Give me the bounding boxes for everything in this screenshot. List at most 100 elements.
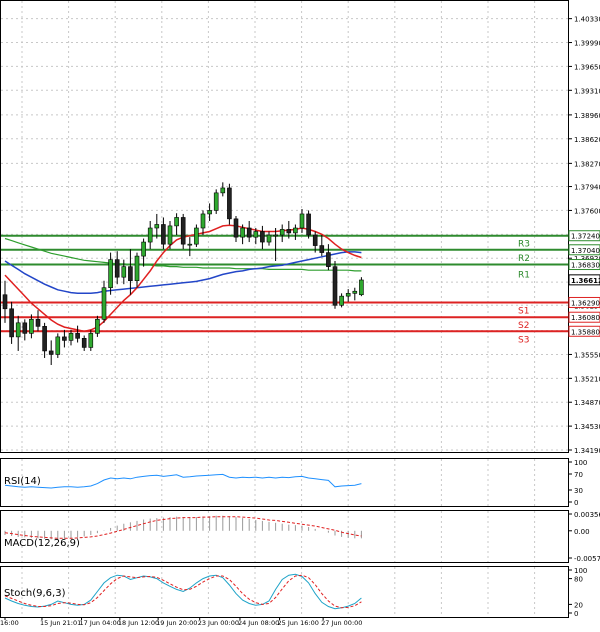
price-tick-label: 1.34530 <box>574 423 600 431</box>
time-tick-label: 24 Jun 08:00 <box>238 619 279 627</box>
chart-root: 1.40330 1.39990 1.39650 1.39310 1.38960 1.386… <box>0 0 600 627</box>
candle-body <box>48 350 54 355</box>
candle-body <box>352 290 358 294</box>
candle-body <box>161 224 166 245</box>
current-price-label: 1.36612 <box>571 277 600 285</box>
price-tick-label: 1.34870 <box>574 399 600 407</box>
candle-body <box>2 294 8 310</box>
time-tick-label: 19 Jun 20:00 <box>156 619 197 627</box>
candle-body <box>29 319 34 334</box>
candle-body <box>22 322 28 334</box>
level-label-R3: R3 <box>518 240 530 250</box>
sub-tick-label: 20 <box>574 601 583 609</box>
time-tick-label: 18 Jun 12:00 <box>118 619 159 627</box>
level-label-R2: R2 <box>518 254 530 264</box>
sub-tick-label: 100 <box>574 567 587 575</box>
chart-background <box>0 0 569 618</box>
candle-body <box>95 319 100 334</box>
level-label-S3: S3 <box>518 335 529 345</box>
candle-body <box>134 255 140 281</box>
candle-body <box>326 252 331 267</box>
candle-body <box>213 192 219 211</box>
time-tick-label: 17 Jun 04:00 <box>80 619 121 627</box>
price-tick-label: 1.35210 <box>574 375 600 383</box>
stoch-label: Stoch(9,6,3) <box>4 588 66 599</box>
sub-tick-label: 0.00 <box>574 528 590 536</box>
price-tick-label: 1.37940 <box>574 184 600 192</box>
price-tick-label: 1.39650 <box>574 63 600 71</box>
candle-body <box>293 227 298 234</box>
candle-body <box>200 213 206 229</box>
sub-tick-label: 0.003568 <box>574 511 600 519</box>
candle-body <box>121 266 127 278</box>
candle-body <box>240 227 245 238</box>
candle-body <box>220 187 226 194</box>
sub-tick-label: 100 <box>574 459 587 467</box>
price-tick-label: 1.37600 <box>574 207 600 215</box>
panel-frame-rsi <box>0 458 569 507</box>
candle-body <box>154 224 160 229</box>
candle-body <box>273 234 278 237</box>
candle-body <box>88 333 94 348</box>
sub-tick-label: 70 <box>574 471 583 479</box>
price-tick-label: 1.38960 <box>574 112 600 120</box>
level-label-S1: S1 <box>518 306 529 316</box>
candle-body <box>147 227 153 243</box>
candle-body <box>114 259 120 278</box>
candle-body <box>319 245 325 253</box>
candle-body <box>42 326 47 352</box>
level-tag-label: 1.36290 <box>571 299 600 307</box>
level-tag-label: 1.36080 <box>571 314 600 322</box>
candle-body <box>339 295 344 306</box>
sub-tick-label: 0 <box>574 610 578 618</box>
time-tick-label: 16:00 <box>0 619 19 627</box>
candle-body <box>260 231 265 243</box>
level-tag-label: 1.37040 <box>571 247 600 255</box>
price-tick-label: 1.40330 <box>574 16 600 24</box>
price-tick-label: 1.39310 <box>574 87 600 95</box>
candle-body <box>207 210 212 215</box>
candle-body <box>81 337 87 348</box>
candle-body <box>141 241 146 257</box>
candle-body <box>62 336 67 341</box>
sub-tick-label: -0.00578 <box>574 555 600 563</box>
sub-tick-label: 0 <box>574 499 578 507</box>
candle-body <box>68 333 74 341</box>
candle-body <box>306 213 311 236</box>
candle-body <box>299 213 305 229</box>
candle-body <box>35 319 41 327</box>
candle-body <box>279 229 285 236</box>
candle-body <box>345 293 351 297</box>
price-tick-label: 1.39990 <box>574 40 600 48</box>
candle-body <box>253 231 259 238</box>
candle-body <box>266 234 272 243</box>
candle-body <box>128 266 133 281</box>
candle-body <box>312 234 318 246</box>
candle-body <box>286 229 292 234</box>
candle-body <box>194 227 199 245</box>
sub-tick-label: 30 <box>574 487 583 495</box>
price-tick-label: 1.38270 <box>574 160 600 168</box>
candle-body <box>187 243 193 246</box>
candle-body <box>15 322 21 338</box>
level-tag-label: 1.35880 <box>571 328 600 336</box>
candle-body <box>108 259 113 289</box>
candle-body <box>246 227 252 238</box>
candle-body <box>55 336 61 355</box>
candle-body <box>9 308 14 338</box>
price-tick-label: 1.38620 <box>574 136 600 144</box>
time-tick-label: 25 Jun 16:00 <box>278 619 319 627</box>
rsi-label: RSI(14) <box>4 476 41 487</box>
price-tick-label: 1.35550 <box>574 351 600 359</box>
panel-frame-macd <box>0 510 569 563</box>
candle-body <box>359 279 364 296</box>
level-label-S2: S2 <box>518 321 529 331</box>
time-tick-label: 23 Jun 00:00 <box>198 619 239 627</box>
macd-label: MACD(12,26,9) <box>4 538 80 549</box>
candle-body <box>227 187 232 220</box>
time-tick-label: 27 Jun 00:00 <box>321 619 362 627</box>
candle-body <box>101 287 107 320</box>
panel-frame-stoch <box>0 566 569 618</box>
price-tick-label: 1.34190 <box>574 447 600 455</box>
candle-body <box>233 218 239 238</box>
